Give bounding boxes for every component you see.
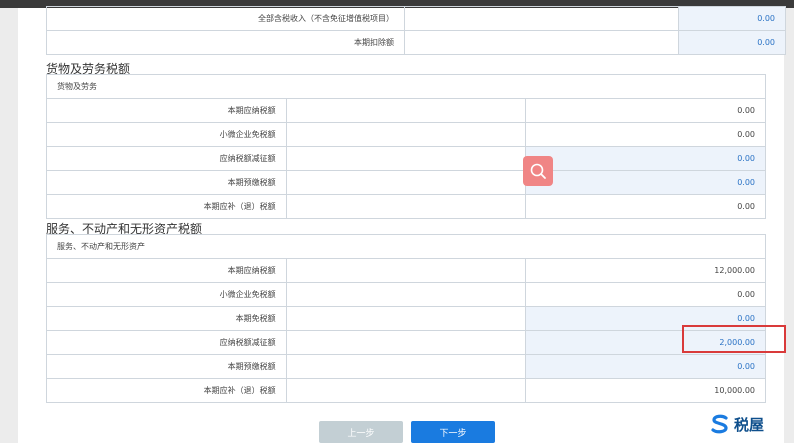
table-row: 本期预缴税额 0.00 bbox=[46, 354, 766, 379]
row-label: 应纳税额减征额 bbox=[46, 146, 287, 171]
service-subtitle: 服务、不动产和无形资产 bbox=[46, 234, 766, 259]
table-row: 小微企业免税额 0.00 bbox=[46, 122, 766, 147]
value-cell: 12,000.00 bbox=[525, 258, 766, 283]
right-scrollbar[interactable] bbox=[784, 8, 794, 443]
goods-subtitle: 货物及劳务 bbox=[46, 74, 766, 99]
value-input[interactable]: 0.00 bbox=[525, 170, 766, 195]
value-input[interactable]: 0.00 bbox=[678, 6, 786, 31]
table-row: 本期应纳税额 0.00 bbox=[46, 98, 766, 123]
value-input[interactable]: 0.00 bbox=[525, 354, 766, 379]
table-row: 全部含税收入（不含免征增值税项目） 0.00 bbox=[46, 6, 786, 31]
left-margin bbox=[0, 8, 18, 443]
row-label: 本期预缴税额 bbox=[46, 354, 287, 379]
table-row: 本期应补（退）税额 0.00 bbox=[46, 194, 766, 219]
logo-s-icon bbox=[711, 414, 728, 434]
value-cell: 10,000.00 bbox=[525, 378, 766, 403]
watermark-logo: 税屋 bbox=[709, 412, 764, 436]
income-table: 全部含税收入（不含免征增值税项目） 0.00 本期扣除额 0.00 bbox=[46, 6, 786, 55]
row-label: 本期应纳税额 bbox=[46, 258, 287, 283]
table-row: 应纳税额减征额 0.00 bbox=[46, 146, 766, 171]
logo-text: 税屋 bbox=[734, 415, 765, 434]
search-icon bbox=[530, 163, 546, 179]
goods-table: 货物及劳务 本期应纳税额 0.00 小微企业免税额 0.00 应纳税额减征额 0… bbox=[46, 74, 766, 219]
prev-step-button[interactable]: 上一步 bbox=[319, 421, 403, 443]
highlight-annotation bbox=[682, 325, 786, 353]
row-label: 小微企业免税额 bbox=[46, 122, 287, 147]
row-label: 本期应补（退）税额 bbox=[46, 194, 287, 219]
row-label: 应纳税额减征额 bbox=[46, 330, 287, 355]
value-cell: 0.00 bbox=[525, 98, 766, 123]
value-cell: 0.00 bbox=[525, 194, 766, 219]
row-label: 全部含税收入（不含免征增值税项目） bbox=[46, 6, 405, 31]
value-cell: 0.00 bbox=[525, 122, 766, 147]
table-row: 本期预缴税额 0.00 bbox=[46, 170, 766, 195]
next-step-button[interactable]: 下一步 bbox=[411, 421, 495, 443]
row-label: 本期预缴税额 bbox=[46, 170, 287, 195]
row-label: 本期扣除额 bbox=[46, 30, 405, 55]
row-label: 本期应补（退）税额 bbox=[46, 378, 287, 403]
table-row: 本期应纳税额 12,000.00 bbox=[46, 258, 766, 283]
value-input[interactable]: 0.00 bbox=[678, 30, 786, 55]
row-label: 本期免税额 bbox=[46, 306, 287, 331]
floating-search-button[interactable] bbox=[523, 156, 553, 186]
table-row: 本期免税额 0.00 bbox=[46, 306, 766, 331]
service-table: 服务、不动产和无形资产 本期应纳税额 12,000.00 小微企业免税额 0.0… bbox=[46, 234, 766, 403]
table-row: 应纳税额减征额 2,000.00 bbox=[46, 330, 766, 355]
row-label: 小微企业免税额 bbox=[46, 282, 287, 307]
value-cell: 0.00 bbox=[525, 282, 766, 307]
table-row: 小微企业免税额 0.00 bbox=[46, 282, 766, 307]
table-row: 本期应补（退）税额 10,000.00 bbox=[46, 378, 766, 403]
table-row: 本期扣除额 0.00 bbox=[46, 30, 786, 55]
value-input[interactable]: 0.00 bbox=[525, 146, 766, 171]
row-label: 本期应纳税额 bbox=[46, 98, 287, 123]
